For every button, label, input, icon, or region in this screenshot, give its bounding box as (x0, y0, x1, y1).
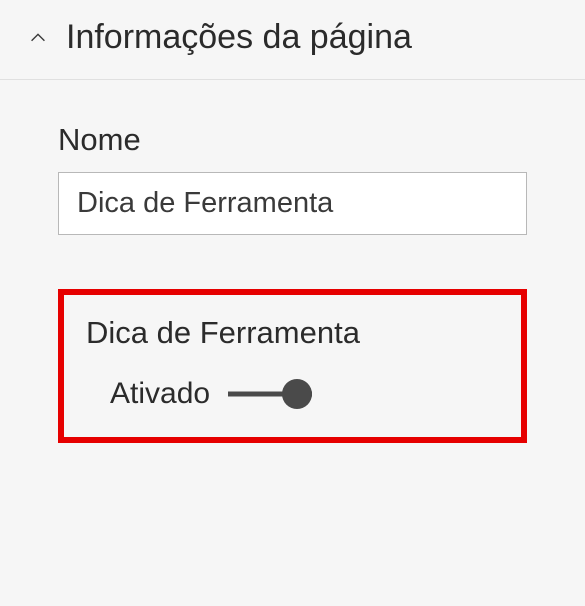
section-title: Informações da página (66, 18, 412, 57)
toggle-knob (282, 379, 312, 409)
tooltip-toggle-state: Ativado (110, 377, 210, 411)
tooltip-section-label: Dica de Ferramenta (86, 315, 499, 351)
tooltip-highlight-box: Dica de Ferramenta Ativado (58, 289, 527, 443)
chevron-up-icon (24, 24, 52, 52)
section-header[interactable]: Informações da página (0, 0, 585, 80)
page-info-panel: Informações da página Nome Dica de Ferra… (0, 0, 585, 463)
section-body: Nome Dica de Ferramenta Ativado (0, 80, 585, 463)
tooltip-toggle[interactable] (228, 379, 312, 409)
name-input[interactable] (58, 172, 527, 235)
tooltip-toggle-row: Ativado (86, 377, 499, 411)
name-field-label: Nome (58, 122, 527, 158)
